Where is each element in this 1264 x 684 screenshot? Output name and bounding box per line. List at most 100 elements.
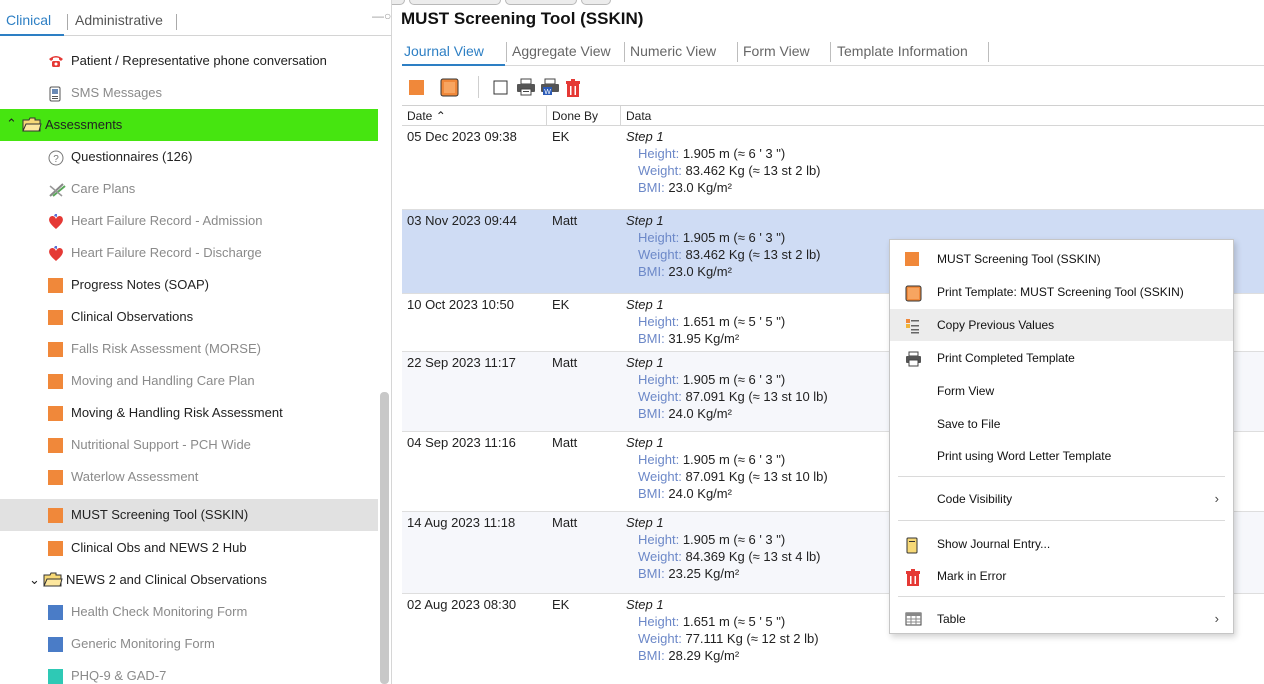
row-done-by: Matt <box>552 515 578 530</box>
tree-item-progress-notes[interactable]: Progress Notes (SOAP) <box>0 269 378 301</box>
tab-clinical[interactable]: Clinical <box>6 12 51 28</box>
tree-item-waterlow-assessment[interactable]: Waterlow Assessment <box>0 461 378 493</box>
tree-item-nutritional-support[interactable]: Nutritional Support - PCH Wide <box>0 429 378 461</box>
menu-item-print-completed-template[interactable]: Print Completed Template <box>890 342 1233 374</box>
menu-item-table[interactable]: Table › <box>890 603 1233 635</box>
row-step: Step 1 <box>626 213 664 228</box>
menu-item-form-view[interactable]: Form View <box>890 375 1233 407</box>
menu-item-print-template[interactable]: Print Template: MUST Screening Tool (SSK… <box>890 276 1233 308</box>
tree-item-health-check-monitoring[interactable]: Health Check Monitoring Form <box>0 596 378 628</box>
tree-item-label: Clinical Obs and NEWS 2 Hub <box>71 540 247 555</box>
menu-item-label: MUST Screening Tool (SSKIN) <box>937 252 1101 266</box>
tab-form-view[interactable]: Form View <box>743 43 810 59</box>
column-header-date[interactable]: Date ⌃ <box>407 109 446 123</box>
menu-item-label: Form View <box>937 384 995 398</box>
row-data-line: BMI: 23.0 Kg/m² <box>638 180 732 195</box>
tree-item-label: MUST Screening Tool (SSKIN) <box>71 507 249 522</box>
column-header-done-by[interactable]: Done By <box>552 109 598 123</box>
row-data-line: Weight: 83.462 Kg (≈ 13 st 2 lb) <box>638 163 821 178</box>
print-template-icon[interactable] <box>440 78 459 97</box>
menu-item-mark-in-error[interactable]: Mark in Error <box>890 560 1233 592</box>
page-title: MUST Screening Tool (SSKIN) <box>401 9 644 28</box>
row-data-line: Weight: 84.369 Kg (≈ 13 st 4 lb) <box>638 549 821 564</box>
row-data-line: Height: 1.651 m (≈ 5 ' 5 ") <box>638 314 786 329</box>
menu-item-must-screening-tool[interactable]: MUST Screening Tool (SSKIN) <box>890 243 1233 275</box>
tree-item-label: Falls Risk Assessment (MORSE) <box>71 341 261 356</box>
tree-item-label: SMS Messages <box>71 85 163 100</box>
row-data-line: Weight: 87.091 Kg (≈ 13 st 10 lb) <box>638 389 828 404</box>
row-done-by: Matt <box>552 435 578 450</box>
tree-item-clinical-obs-news2-hub[interactable]: Clinical Obs and NEWS 2 Hub <box>0 532 378 564</box>
row-data-line: Height: 1.905 m (≈ 6 ' 3 ") <box>638 146 786 161</box>
tree-scrollbar[interactable] <box>380 392 389 684</box>
context-menu: MUST Screening Tool (SSKIN) Print Templa… <box>889 239 1234 634</box>
column-header-data[interactable]: Data <box>626 109 651 123</box>
tab-journal-view[interactable]: Journal View <box>404 43 484 59</box>
row-data-line: Height: 1.905 m (≈ 6 ' 3 ") <box>638 452 786 467</box>
printer-icon[interactable] <box>516 78 535 96</box>
row-step: Step 1 <box>626 435 664 450</box>
column-divider <box>546 106 547 126</box>
tree-item-falls-risk-assessment[interactable]: Falls Risk Assessment (MORSE) <box>0 333 378 365</box>
tree-item-phq9-gad7[interactable]: PHQ-9 & GAD-7 <box>0 660 378 684</box>
menu-item-code-visibility[interactable]: Code Visibility › <box>890 483 1233 515</box>
toolbar: W <box>398 68 1264 104</box>
tree-item-must-screening-tool[interactable]: MUST Screening Tool (SSKIN) <box>0 499 378 531</box>
tree-item-label: PHQ-9 & GAD-7 <box>71 668 167 683</box>
template-icon <box>48 374 63 389</box>
tree-item-label: Nutritional Support - PCH Wide <box>71 437 251 452</box>
row-data-line: Weight: 83.462 Kg (≈ 13 st 2 lb) <box>638 247 821 262</box>
tree-item-questionnaires[interactable]: ? Questionnaires (126) <box>0 141 378 173</box>
menu-item-save-to-file[interactable]: Save to File <box>890 408 1233 440</box>
tree-folder-news2[interactable]: ⌄ NEWS 2 and Clinical Observations <box>0 564 378 596</box>
table-row[interactable]: 05 Dec 2023 09:38 EK Step 1 Height: 1.90… <box>402 126 1264 210</box>
pin-icon[interactable]: —○ <box>372 9 391 23</box>
tab-administrative[interactable]: Administrative <box>75 12 163 28</box>
tree-item-label: Patient / Representative phone conversat… <box>71 53 327 68</box>
chevron-up-icon[interactable]: ⌃ <box>6 116 17 132</box>
chevron-down-icon[interactable]: ⌄ <box>29 572 40 588</box>
row-data-line: BMI: 23.25 Kg/m² <box>638 566 740 581</box>
chevron-right-icon: › <box>1214 611 1219 626</box>
folder-icon <box>43 572 63 590</box>
row-data-line: BMI: 24.0 Kg/m² <box>638 406 732 421</box>
tab-aggregate-view[interactable]: Aggregate View <box>512 43 611 59</box>
tree-item-heart-failure-discharge[interactable]: Heart Failure Record - Discharge <box>0 237 378 269</box>
tree-item-label: Questionnaires (126) <box>71 149 193 164</box>
menu-divider <box>898 476 1225 477</box>
print-template-icon <box>905 285 922 302</box>
tree-item-clinical-observations[interactable]: Clinical Observations <box>0 301 378 333</box>
tab-template-information[interactable]: Template Information <box>837 43 968 59</box>
menu-item-show-journal-entry[interactable]: Show Journal Entry... <box>890 528 1233 560</box>
toolbar-divider <box>478 76 479 98</box>
printer-icon <box>905 351 921 367</box>
folder-open-icon <box>22 117 42 135</box>
menu-item-print-word-letter[interactable]: Print using Word Letter Template <box>890 440 1233 472</box>
tree-item-care-plans[interactable]: Care Plans <box>0 173 378 205</box>
tree-item-sms-messages[interactable]: SMS Messages <box>0 77 378 109</box>
tree-item-heart-failure-admission[interactable]: Heart Failure Record - Admission <box>0 205 378 237</box>
row-date: 10 Oct 2023 10:50 <box>407 297 514 312</box>
tree-item-moving-handling-risk-assessment[interactable]: Moving & Handling Risk Assessment <box>0 397 378 429</box>
menu-item-label: Print using Word Letter Template <box>937 449 1112 463</box>
tree-item-phone-conversation[interactable]: Patient / Representative phone conversat… <box>0 45 378 77</box>
menu-item-copy-previous-values[interactable]: Copy Previous Values <box>890 309 1233 341</box>
new-entry-icon[interactable] <box>408 78 426 96</box>
tab-divider <box>988 42 989 62</box>
tree-folder-assessments[interactable]: ⌃ Assessments <box>0 109 378 141</box>
svg-text:W: W <box>544 89 551 96</box>
tab-divider <box>624 42 625 62</box>
tree-item-label: Assessments <box>45 117 123 132</box>
menu-item-label: Copy Previous Values <box>937 318 1055 332</box>
menu-item-label: Mark in Error <box>937 569 1007 583</box>
template-icon <box>48 310 63 325</box>
row-done-by: Matt <box>552 213 578 228</box>
tree-item-generic-monitoring[interactable]: Generic Monitoring Form <box>0 628 378 660</box>
tree-item-label: Waterlow Assessment <box>71 469 199 484</box>
tree-item-moving-handling-care-plan[interactable]: Moving and Handling Care Plan <box>0 365 378 397</box>
tab-numeric-view[interactable]: Numeric View <box>630 43 716 59</box>
print-word-icon[interactable]: W <box>540 78 559 96</box>
trash-icon[interactable] <box>564 78 582 97</box>
trash-icon <box>905 569 920 586</box>
checkbox-icon[interactable] <box>492 78 510 96</box>
